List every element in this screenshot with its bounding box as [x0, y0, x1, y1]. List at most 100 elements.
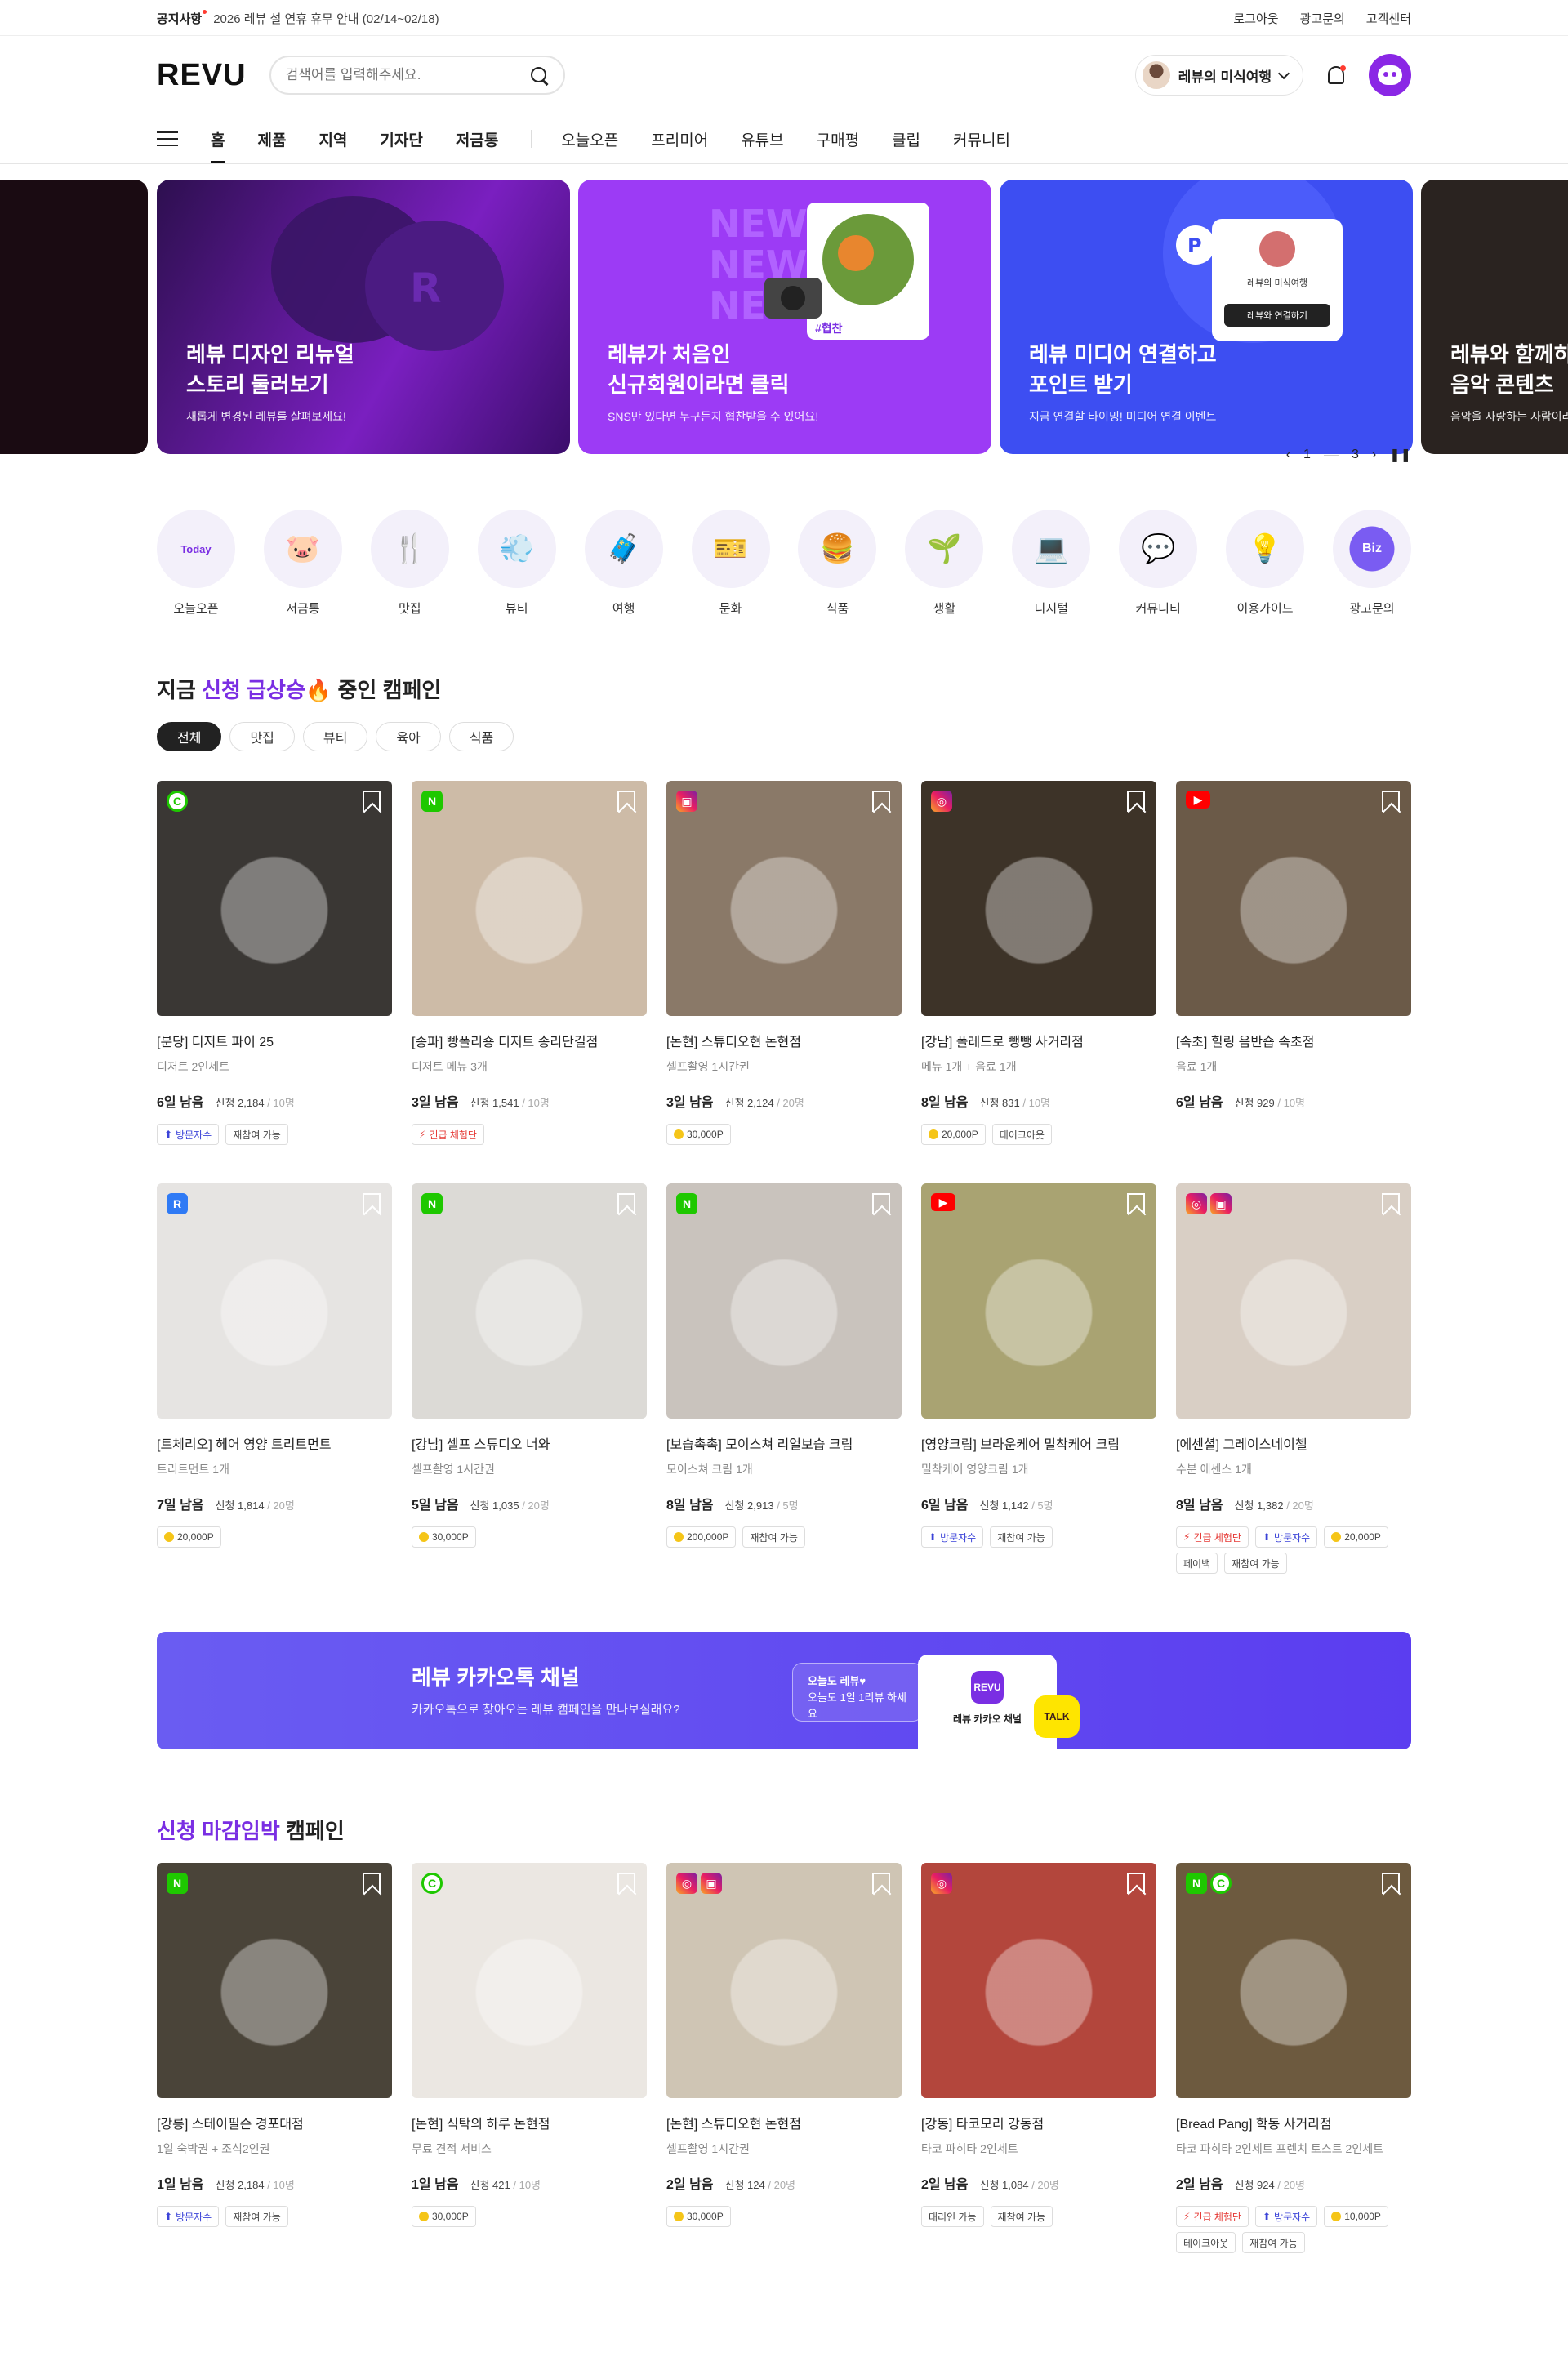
campaign-title[interactable]: [논현] 스튜디오현 논현점: [666, 2113, 902, 2132]
campaign-card[interactable]: ◎ ▣ [에센셜] 그레이스네이첼 수분 에센스 1개 8일 남음 신청 1,382 / …: [1176, 1183, 1411, 1586]
filter-chip[interactable]: 뷰티: [302, 722, 368, 751]
campaign-card[interactable]: N C [Bread Pang] 학동 사거리점 타코 파히타 2인세트 프렌치 토스…: [1176, 1863, 1411, 2265]
bookmark-icon[interactable]: [1127, 791, 1145, 812]
category-item[interactable]: Biz 광고문의: [1332, 510, 1411, 617]
notice-label[interactable]: 공지사항: [157, 9, 207, 27]
bookmark-icon[interactable]: [617, 1873, 635, 1894]
campaign-thumbnail[interactable]: C: [157, 781, 392, 1016]
notice-text[interactable]: 2026 레뷰 설 연휴 휴무 안내 (02/14~02/18): [213, 10, 439, 27]
bookmark-icon[interactable]: [363, 1873, 381, 1894]
campaign-thumbnail[interactable]: NC: [1176, 1863, 1411, 2098]
nav-clip[interactable]: 클립: [892, 114, 920, 163]
campaign-card[interactable]: C [분당] 디저트 파이 25 디저트 2인세트 6일 남음 신청 2,184 / 1…: [157, 781, 392, 1183]
nav-premier[interactable]: 프리미어: [651, 114, 708, 163]
bookmark-icon[interactable]: [617, 791, 635, 812]
banner-slide[interactable]: P 레뷰의 미식여행 레뷰와 연결하기 레뷰 미디어 연결하고 포인트 받기 지…: [1000, 180, 1413, 454]
filter-chip[interactable]: 맛집: [229, 722, 295, 751]
nav-youtube[interactable]: 유튜브: [741, 114, 783, 163]
bookmark-icon[interactable]: [617, 1193, 635, 1214]
campaign-thumbnail[interactable]: ▶: [1176, 781, 1411, 1016]
campaign-title[interactable]: [논현] 스튜디오현 논현점: [666, 1031, 902, 1050]
campaign-card[interactable]: C [논현] 식탁의 하루 논현점 무료 견적 서비스 1일 남음 신청 421 / 1…: [412, 1863, 647, 2265]
category-item[interactable]: 🌱 생활: [905, 510, 984, 617]
campaign-thumbnail[interactable]: R: [157, 1183, 392, 1419]
filter-chip[interactable]: 식품: [448, 722, 514, 751]
banner-slide[interactable]: ♡O: [0, 180, 148, 454]
nav-products[interactable]: 제품: [257, 114, 286, 163]
campaign-card[interactable]: N [보습촉촉] 모이스쳐 리얼보습 크림 모이스쳐 크림 1개 8일 남음 신청 2,…: [666, 1183, 902, 1586]
search-input[interactable]: [285, 67, 529, 83]
bookmark-icon[interactable]: [872, 1193, 890, 1214]
campaign-card[interactable]: ▣ [논현] 스튜디오현 논현점 셀프촬영 1시간권 3일 남음 신청 2,124 / …: [666, 781, 902, 1183]
filter-chip[interactable]: 전체: [157, 722, 222, 751]
ad-inquiry-link[interactable]: 광고문의: [1300, 10, 1345, 27]
customer-center-link[interactable]: 고객센터: [1366, 10, 1411, 27]
campaign-card[interactable]: R [트체리오] 헤어 영양 트리트먼트 트리트먼트 1개 7일 남음 신청 1,814…: [157, 1183, 392, 1586]
campaign-card[interactable]: N [강릉] 스테이필슨 경포대점 1일 숙박권 + 조식2인권 1일 남음 신청 2,…: [157, 1863, 392, 2265]
campaign-thumbnail[interactable]: N: [666, 1183, 902, 1419]
campaign-card[interactable]: ◎ [강동] 타코모리 강동점 타코 파히타 2인세트 2일 남음 신청 1,084 /…: [921, 1863, 1156, 2265]
campaign-title[interactable]: [영양크림] 브라운케어 밀착케어 크림: [921, 1433, 1156, 1453]
campaign-title[interactable]: [보습촉촉] 모이스쳐 리얼보습 크림: [666, 1433, 902, 1453]
bookmark-icon[interactable]: [1382, 1193, 1400, 1214]
campaign-thumbnail[interactable]: ▣: [666, 781, 902, 1016]
campaign-title[interactable]: [Bread Pang] 학동 사거리점: [1176, 2113, 1411, 2132]
category-item[interactable]: 🍴 맛집: [370, 510, 449, 617]
campaign-thumbnail[interactable]: C: [412, 1863, 647, 2098]
kakao-channel-banner[interactable]: 레뷰 카카오톡 채널 카카오톡으로 찾아오는 레뷰 캠페인을 만나보실래요? 오…: [157, 1632, 1411, 1749]
search-box[interactable]: [269, 56, 565, 95]
category-item[interactable]: 🧳 여행: [584, 510, 663, 617]
logo[interactable]: REVU: [157, 58, 247, 93]
bookmark-icon[interactable]: [1127, 1873, 1145, 1894]
campaign-thumbnail[interactable]: ◎ ▣: [666, 1863, 902, 2098]
bookmark-icon[interactable]: [872, 791, 890, 812]
bookmark-icon[interactable]: [363, 1193, 381, 1214]
nav-reporters[interactable]: 기자단: [380, 114, 422, 163]
category-item[interactable]: 💻 디지털: [1012, 510, 1091, 617]
nav-region[interactable]: 지역: [318, 114, 347, 163]
bell-icon[interactable]: [1320, 59, 1352, 91]
pause-icon[interactable]: ❚❚: [1389, 447, 1411, 463]
campaign-thumbnail[interactable]: N: [157, 1863, 392, 2098]
bookmark-icon[interactable]: [363, 791, 381, 812]
prev-icon[interactable]: ‹: [1286, 448, 1290, 462]
campaign-thumbnail[interactable]: ▶: [921, 1183, 1156, 1419]
campaign-title[interactable]: [강릉] 스테이필슨 경포대점: [157, 2113, 392, 2132]
campaign-card[interactable]: ▶ [속초] 힐링 음반숍 속초점 음료 1개 6일 남음 신청 929 / 10명: [1176, 781, 1411, 1183]
banner-slide[interactable]: 레뷰와 함께하는 음악 콘텐츠 음악을 사랑하는 사람이라면: [1421, 180, 1568, 454]
nav-community[interactable]: 커뮤니티: [953, 114, 1010, 163]
search-icon[interactable]: [529, 65, 549, 85]
campaign-title[interactable]: [강동] 타코모리 강동점: [921, 2113, 1156, 2132]
campaign-title[interactable]: [강남] 셀프 스튜디오 너와: [412, 1433, 647, 1453]
bookmark-icon[interactable]: [1382, 791, 1400, 812]
campaign-thumbnail[interactable]: ◎: [921, 1863, 1156, 2098]
banner-slide[interactable]: NEW NEW NEW #협찬 레뷰가 처음인 신규회원이라면 클릭 SNS만 있다…: [578, 180, 991, 454]
campaign-card[interactable]: ▶ [영양크림] 브라운케어 밀착케어 크림 밀착케어 영양크림 1개 6일 남음 신청…: [921, 1183, 1156, 1586]
nav-today-open[interactable]: 오늘오픈: [561, 114, 618, 163]
nav-purchase-review[interactable]: 구매평: [817, 114, 859, 163]
category-item[interactable]: 💬 커뮤니티: [1119, 510, 1198, 617]
category-item[interactable]: 🍔 식품: [798, 510, 877, 617]
campaign-card[interactable]: ◎ ▣ [논현] 스튜디오현 논현점 셀프촬영 1시간권 2일 남음 신청 124 / 2…: [666, 1863, 902, 2265]
banner-slide[interactable]: R 레뷰 디자인 리뉴얼 스토리 둘러보기 새롭게 변경된 레뷰를 살펴보세요!: [157, 180, 570, 454]
campaign-title[interactable]: [속초] 힐링 음반숍 속초점: [1176, 1031, 1411, 1050]
bookmark-icon[interactable]: [1127, 1193, 1145, 1214]
campaign-thumbnail[interactable]: N: [412, 781, 647, 1016]
campaign-thumbnail[interactable]: N: [412, 1183, 647, 1419]
campaign-title[interactable]: [송파] 빵폴리숑 디저트 송리단길점: [412, 1031, 647, 1050]
campaign-thumbnail[interactable]: ◎: [921, 781, 1156, 1016]
nav-home[interactable]: 홈: [211, 114, 225, 163]
robot-assistant-icon[interactable]: [1369, 54, 1411, 96]
campaign-card[interactable]: N [강남] 셀프 스튜디오 너와 셀프촬영 1시간권 5일 남음 신청 1,035 /…: [412, 1183, 647, 1586]
menu-icon[interactable]: [157, 131, 178, 146]
campaign-thumbnail[interactable]: ◎ ▣: [1176, 1183, 1411, 1419]
category-item[interactable]: 🎫 문화: [691, 510, 770, 617]
next-icon[interactable]: ›: [1372, 448, 1376, 462]
campaign-card[interactable]: N [송파] 빵폴리숑 디저트 송리단길점 디저트 메뉴 3개 3일 남음 신청 1,5…: [412, 781, 647, 1183]
campaign-title[interactable]: [논현] 식탁의 하루 논현점: [412, 2113, 647, 2132]
bookmark-icon[interactable]: [1382, 1873, 1400, 1894]
campaign-title[interactable]: [강남] 폴레드로 뺑뺑 사거리점: [921, 1031, 1156, 1050]
bookmark-icon[interactable]: [872, 1873, 890, 1894]
profile-menu[interactable]: 레뷰의 미식여행: [1134, 55, 1303, 96]
category-item[interactable]: 🐷 저금통: [263, 510, 342, 617]
